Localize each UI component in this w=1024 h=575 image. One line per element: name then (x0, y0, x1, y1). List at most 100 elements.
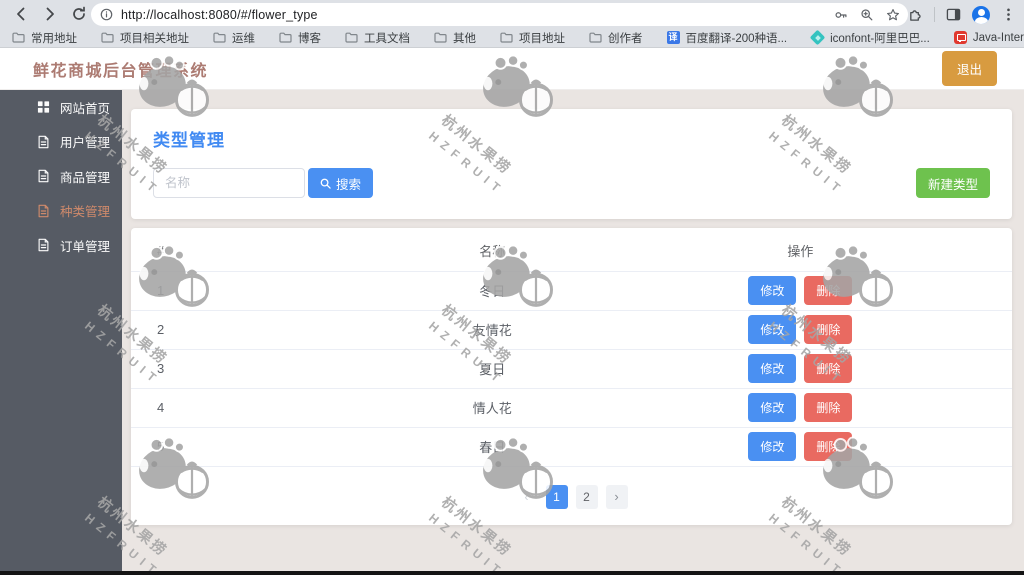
grid-icon (37, 100, 50, 114)
app-window: 鲜花商城后台管理系统 退出 网站首页 用户管理 商品管理 种类管理 订单管理 类… (0, 48, 1024, 571)
row-name: 春日 (289, 427, 695, 467)
search-button-label: 搜索 (336, 177, 362, 192)
sidebar-item-label: 用户管理 (60, 136, 111, 151)
bookmark-folder[interactable]: 博客 (279, 30, 321, 46)
bookmark-label: 百度翻译-200种语... (685, 32, 788, 45)
site-info-icon[interactable] (100, 8, 113, 21)
pagination-page-2[interactable]: 2 (575, 484, 598, 509)
bookmark-baidu-translate[interactable]: 译百度翻译-200种语... (666, 30, 788, 46)
sidebar-item-label: 种类管理 (60, 205, 111, 220)
row-id: 3 (131, 349, 290, 389)
sidebar: 网站首页 用户管理 商品管理 种类管理 订单管理 (0, 90, 122, 571)
bookmark-folder[interactable]: 创作者 (589, 30, 643, 46)
bookmark-iconfont[interactable]: iconfont-阿里巴巴... (811, 30, 930, 46)
sidebar-item-products[interactable]: 商品管理 (0, 159, 122, 194)
bookmark-folder[interactable]: 项目地址 (500, 30, 565, 46)
delete-button[interactable]: 删除 (804, 276, 853, 305)
bookmark-folder[interactable]: 常用地址 (12, 30, 77, 46)
page-title: 类型管理 (153, 131, 225, 150)
java-interview-icon (953, 31, 967, 44)
side-panel-icon[interactable] (946, 7, 961, 22)
bookmark-star-icon[interactable] (886, 8, 900, 22)
edit-button[interactable]: 修改 (748, 393, 797, 422)
refresh-icon[interactable] (71, 6, 87, 22)
main-content: 类型管理 搜索 新建类型 # 名称 操作 (122, 90, 1024, 571)
screen-bottom-edge (0, 571, 1024, 575)
name-search-input[interactable] (153, 168, 305, 198)
folder-icon (500, 32, 513, 43)
document-icon (37, 204, 50, 218)
bookmark-label: 其他 (453, 32, 476, 45)
folder-icon (589, 32, 602, 43)
pagination-page-1[interactable]: 1 (545, 484, 568, 509)
search-card: 类型管理 搜索 新建类型 (131, 109, 1012, 219)
edit-button[interactable]: 修改 (748, 432, 797, 461)
table-row: 4 情人花 修改 删除 (131, 388, 1012, 428)
folder-icon (12, 32, 25, 43)
app-header: 鲜花商城后台管理系统 退出 (0, 48, 1024, 90)
pagination: ‹ 1 2 › (131, 484, 1012, 509)
create-type-button[interactable]: 新建类型 (915, 168, 990, 198)
bookmark-label: 项目相关地址 (120, 32, 189, 45)
extensions-icon[interactable] (908, 7, 923, 22)
table-row: 2 友情花 修改 删除 (131, 310, 1012, 350)
table-row: 1 冬日 修改 删除 (131, 271, 1012, 311)
row-id: 2 (131, 310, 290, 350)
bookmark-label: 运维 (232, 32, 255, 45)
browser-toolbar: http://localhost:8080/#/flower_type (0, 0, 1024, 28)
bookmark-folder[interactable]: 其他 (434, 30, 476, 46)
delete-button[interactable]: 删除 (804, 315, 853, 344)
bookmark-label: 常用地址 (31, 32, 77, 45)
bookmark-folder[interactable]: 工具文档 (345, 30, 410, 46)
document-icon (37, 169, 50, 183)
table-row: 3 夏日 修改 删除 (131, 349, 1012, 389)
logout-button[interactable]: 退出 (941, 51, 997, 86)
column-header-id: # (131, 230, 290, 272)
browser-chrome: http://localhost:8080/#/flower_type 常用地址… (0, 0, 1024, 48)
address-bar[interactable]: http://localhost:8080/#/flower_type (91, 3, 908, 26)
sidebar-item-users[interactable]: 用户管理 (0, 125, 122, 160)
sidebar-item-home[interactable]: 网站首页 (0, 90, 122, 125)
zoom-icon[interactable] (860, 8, 874, 22)
column-header-name: 名称 (289, 230, 695, 272)
delete-button[interactable]: 删除 (804, 393, 853, 422)
bookmark-label: 创作者 (608, 32, 643, 45)
row-id: 5 (131, 427, 290, 467)
bookmark-folder[interactable]: 项目相关地址 (101, 30, 189, 46)
row-name: 冬日 (289, 271, 695, 311)
row-id: 4 (131, 388, 290, 428)
row-name: 情人花 (289, 388, 695, 428)
bookmark-java-interview[interactable]: Java-Interview-Ad... (953, 31, 1024, 44)
delete-button[interactable]: 删除 (804, 354, 853, 383)
pagination-prev[interactable]: ‹ (516, 485, 538, 509)
search-icon (320, 178, 331, 189)
edit-button[interactable]: 修改 (748, 354, 797, 383)
profile-avatar[interactable] (972, 5, 990, 24)
bookmark-label: 博客 (298, 32, 321, 45)
forward-icon[interactable] (42, 6, 58, 22)
back-icon[interactable] (13, 6, 29, 22)
iconfont-icon (811, 31, 824, 44)
delete-button[interactable]: 删除 (804, 432, 853, 461)
sidebar-item-orders[interactable]: 订单管理 (0, 228, 122, 263)
document-icon (37, 135, 50, 149)
row-name: 夏日 (289, 349, 695, 389)
document-icon (37, 238, 50, 252)
sidebar-item-types[interactable]: 种类管理 (0, 194, 122, 229)
search-button[interactable]: 搜索 (308, 168, 374, 198)
column-header-actions: 操作 (694, 230, 1012, 272)
table-row: 5 春日 修改 删除 (131, 427, 1012, 467)
edit-button[interactable]: 修改 (748, 315, 797, 344)
bookmark-label: iconfont-阿里巴巴... (830, 32, 930, 45)
pagination-next[interactable]: › (605, 484, 628, 509)
password-key-icon[interactable] (834, 8, 848, 22)
edit-button[interactable]: 修改 (748, 276, 797, 305)
sidebar-item-label: 网站首页 (60, 101, 111, 116)
bookmarks-bar: 常用地址 项目相关地址 运维 博客 工具文档 其他 项目地址 创作者 译百度翻译… (0, 28, 1024, 47)
bookmark-folder[interactable]: 运维 (213, 30, 255, 46)
url-text: http://localhost:8080/#/flower_type (121, 7, 318, 22)
menu-dots-icon[interactable] (1001, 7, 1016, 22)
folder-icon (434, 32, 447, 43)
toolbar-divider (934, 7, 935, 22)
sidebar-item-label: 商品管理 (60, 170, 111, 185)
